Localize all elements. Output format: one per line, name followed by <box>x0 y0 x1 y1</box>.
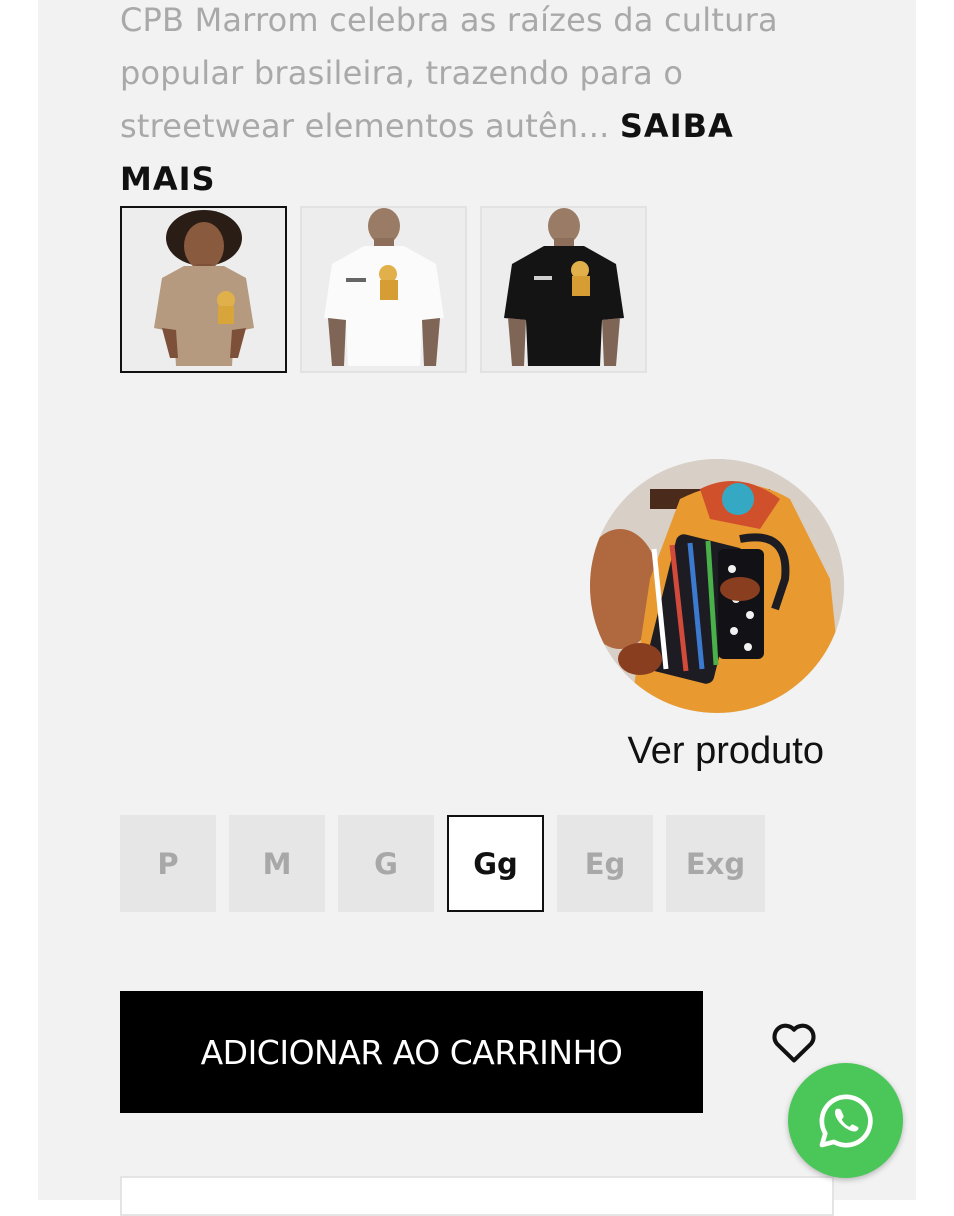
related-product-image[interactable] <box>590 459 844 713</box>
size-selector: P M G Gg Eg Exg <box>120 815 765 912</box>
white-shirt-image <box>302 208 465 371</box>
whatsapp-glyph <box>819 1093 873 1148</box>
brown-shirt-image <box>122 208 285 371</box>
size-option-m[interactable]: M <box>229 815 325 912</box>
product-description: CPB Marrom celebra as raízes da cultura … <box>120 0 840 206</box>
thumbnail-brown-shirt[interactable] <box>120 206 287 373</box>
accordion-player-figure <box>590 459 844 713</box>
size-option-g[interactable]: G <box>338 815 434 912</box>
whatsapp-icon[interactable] <box>788 1063 903 1178</box>
size-option-p[interactable]: P <box>120 815 216 912</box>
black-shirt-image <box>482 208 645 371</box>
size-option-exg[interactable]: Exg <box>666 815 765 912</box>
size-option-gg[interactable]: Gg <box>447 815 544 912</box>
heart-icon[interactable] <box>768 1016 820 1068</box>
gallery-thumbnails <box>120 206 647 373</box>
add-to-cart-button[interactable]: ADICIONAR AO CARRINHO <box>120 991 703 1113</box>
view-product-link[interactable]: Ver produto <box>560 730 824 773</box>
thumbnail-black-shirt[interactable] <box>480 206 647 373</box>
heart-icon-graphic <box>772 1023 816 1063</box>
size-option-eg[interactable]: Eg <box>557 815 653 912</box>
bottom-field <box>120 1176 834 1216</box>
thumbnail-white-shirt[interactable] <box>300 206 467 373</box>
